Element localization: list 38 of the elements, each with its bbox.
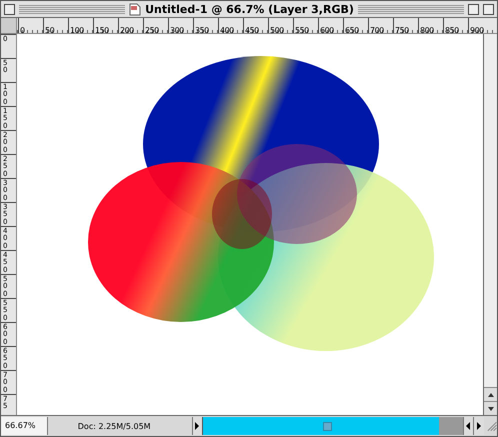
ruler-label: 850 <box>444 26 459 33</box>
ruler-label: 800 <box>419 26 434 33</box>
ruler-label: 250 <box>144 26 159 33</box>
resize-grip-icon[interactable] <box>486 420 497 432</box>
up-arrow-icon <box>486 392 494 398</box>
close-box[interactable] <box>4 4 15 14</box>
ruler-label: 650 <box>344 26 359 33</box>
right-arrow-icon <box>476 422 482 430</box>
document-info: Doc: 2.25M/5.05M <box>76 422 152 430</box>
ruler-label: 600 <box>319 26 334 33</box>
right-arrow-icon <box>194 422 200 430</box>
down-arrow-icon <box>486 406 494 412</box>
ruler-label: 50 <box>44 26 54 33</box>
ruler-label: 300 <box>169 26 184 33</box>
ruler-label: 200 <box>119 26 134 33</box>
vertical-scrollbar[interactable] <box>483 34 497 415</box>
ruler-label: 750 <box>394 26 409 33</box>
ruler-label: 100 <box>69 26 84 33</box>
scroll-down-button[interactable] <box>484 401 497 415</box>
zoom-box[interactable] <box>468 4 479 14</box>
ruler-label: 900 <box>469 26 484 33</box>
ruler-label: 350 <box>194 26 209 33</box>
ruler-label: 400 <box>219 26 234 33</box>
scroll-left-button[interactable] <box>462 417 474 435</box>
scroll-up-button[interactable] <box>484 387 497 401</box>
ruler-label: 500 <box>269 26 284 33</box>
ruler-label: 150 <box>94 26 109 33</box>
info-menu-button[interactable] <box>192 417 202 435</box>
scroll-thumb[interactable] <box>323 422 332 431</box>
collapse-box[interactable] <box>483 4 494 14</box>
ruler-label: 700 <box>369 26 384 33</box>
zoom-field[interactable]: 66.67% <box>1 417 48 435</box>
ruler-label: 450 <box>244 26 259 33</box>
window-title: Untitled-1 @ 66.7% (Layer 3,RGB) <box>145 2 354 16</box>
ruler-label: 0 <box>19 26 25 33</box>
ruler-label: 550 <box>294 26 309 33</box>
left-arrow-icon <box>465 422 472 430</box>
scroll-right-button[interactable] <box>473 417 484 435</box>
